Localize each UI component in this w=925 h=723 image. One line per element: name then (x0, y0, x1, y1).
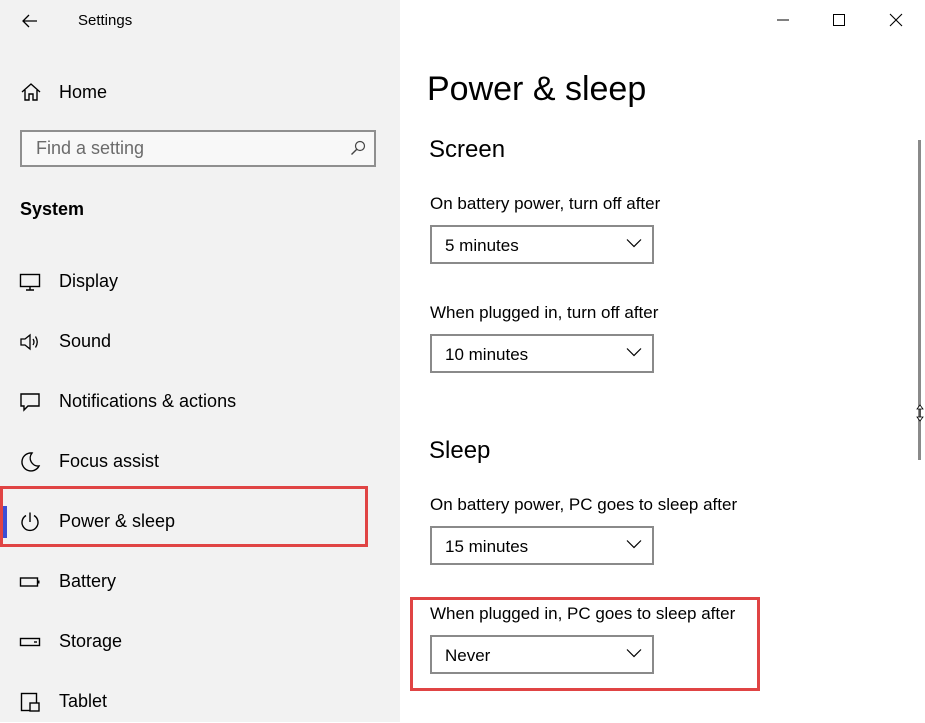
section-title-sleep: Sleep (429, 437, 491, 464)
speaker-icon (20, 333, 38, 351)
sleep-battery-dropdown[interactable]: 15 minutes (430, 526, 654, 565)
home-icon (21, 83, 41, 101)
sidebar-item-notifications[interactable]: Notifications & actions (0, 379, 400, 423)
sleep-plugged-label: When plugged in, PC goes to sleep after (430, 604, 736, 623)
chevron-down-icon (626, 540, 642, 549)
resize-cursor-icon (916, 404, 924, 422)
app-title: Settings (78, 12, 133, 29)
moon-icon (21, 452, 41, 472)
minimize-icon (777, 19, 789, 21)
battery-icon (19, 577, 40, 587)
home-label: Home (59, 82, 108, 102)
sidebar-item-sound[interactable]: Sound (0, 319, 400, 363)
sidebar-item-label: Display (59, 271, 119, 291)
home-nav-item[interactable]: Home (0, 74, 400, 110)
sidebar-item-display[interactable]: Display (0, 259, 400, 303)
back-button[interactable] (12, 6, 48, 36)
sidebar-item-tablet[interactable]: Tablet (0, 679, 400, 723)
maximize-icon (833, 14, 845, 26)
sidebar-item-label: Notifications & actions (59, 391, 237, 411)
sidebar-item-focus-assist[interactable]: Focus assist (0, 439, 400, 483)
sidebar-item-label: Tablet (59, 691, 108, 711)
sidebar-item-storage[interactable]: Storage (0, 619, 400, 663)
section-title-screen: Screen (429, 136, 506, 163)
sidebar-item-label: Power & sleep (59, 511, 176, 531)
sidebar-item-label: Focus assist (59, 451, 160, 471)
screen-battery-label: On battery power, turn off after (430, 194, 661, 213)
dropdown-value: 10 minutes (445, 345, 529, 364)
sidebar-item-label: Battery (59, 571, 117, 591)
dropdown-value: 5 minutes (445, 236, 519, 255)
screen-battery-dropdown[interactable]: 5 minutes (430, 225, 654, 264)
notification-icon (20, 393, 40, 412)
tablet-icon (20, 692, 40, 712)
power-icon (21, 512, 39, 532)
screen-plugged-dropdown[interactable]: 10 minutes (430, 334, 654, 373)
search-box[interactable] (20, 130, 376, 167)
sidebar-item-battery[interactable]: Battery (0, 559, 400, 603)
storage-icon (19, 637, 41, 647)
dropdown-value: Never (445, 646, 491, 665)
sleep-plugged-dropdown[interactable]: Never (430, 635, 654, 674)
search-input[interactable] (22, 132, 356, 165)
chevron-down-icon (626, 649, 642, 658)
page-title: Power & sleep (427, 70, 647, 108)
sidebar: Settings Home System Display Sound Not (0, 0, 400, 722)
minimize-button[interactable] (760, 0, 806, 40)
back-arrow-icon (22, 14, 37, 28)
sleep-battery-label: On battery power, PC goes to sleep after (430, 495, 738, 514)
sidebar-item-label: Sound (59, 331, 112, 351)
chevron-down-icon (626, 239, 642, 248)
close-icon (889, 13, 903, 27)
section-label-system: System (20, 199, 85, 219)
sidebar-item-label: Storage (59, 631, 123, 651)
chevron-down-icon (626, 348, 642, 357)
close-button[interactable] (873, 0, 919, 40)
dropdown-value: 15 minutes (445, 537, 529, 556)
display-icon (19, 273, 41, 291)
maximize-button[interactable] (816, 0, 862, 40)
search-icon[interactable] (350, 140, 366, 156)
screen-plugged-label: When plugged in, turn off after (430, 303, 659, 322)
sidebar-item-power-sleep[interactable]: Power & sleep (0, 499, 400, 543)
